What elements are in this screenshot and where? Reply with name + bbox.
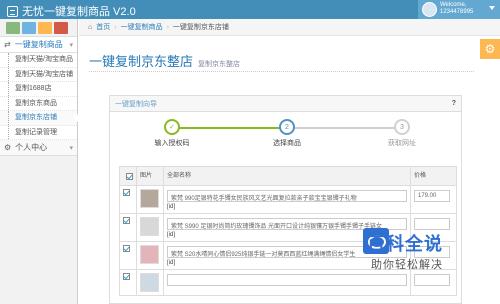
step-number: 2 [279,119,295,135]
sidebar-item-copy-records[interactable]: 复制记录管理 [0,125,77,140]
breadcrumb-home[interactable]: 首页 [96,22,110,32]
wizard-title: 一键复制向导 [115,100,157,108]
sidebar-group-profile[interactable]: ⚙ 个人中心 ▾ [0,140,77,156]
app-brand[interactable]: 无忧一键复制商品 V2.0 [7,3,136,19]
checkbox-cell [119,269,137,296]
sidebar-group-label: 一键复制商品 [14,40,63,49]
watermark-sub-text: 助你轻松解决 [371,259,443,271]
product-thumbnail[interactable] [140,273,159,292]
wizard-step-3: 3 获取网址 [362,119,442,148]
sidebar-item-jd-product[interactable]: 复制京东商品 [0,96,77,111]
app-title: 无忧一键复制商品 V2.0 [22,6,136,18]
name-cell: 紫梵 990足银特花手镯女民族风文艺光面复拉款亲子款宝宝银镯子礼物 [id] [163,185,411,214]
product-thumbnail[interactable] [140,217,159,236]
shortcut-success-button[interactable] [6,22,20,34]
product-thumbnail[interactable] [140,245,159,264]
sidebar-item-1688-shop[interactable]: 复制1688店 [0,82,77,97]
row-checkbox[interactable] [123,273,130,280]
step-number: 3 [394,119,410,135]
user-info: Welcome, 1234478995 [440,2,473,16]
price-cell: 179.00 [410,185,457,214]
column-header-name: 全部名称 [163,166,411,186]
caret-down-icon [489,6,495,10]
breadcrumb-section[interactable]: 一键复制商品 [121,22,163,32]
step-label: 获取网址 [388,140,416,147]
gear-icon: ⚙ [4,143,12,152]
sidebar-group-copy[interactable]: ⇄ 一键复制商品 ▾ [0,37,77,53]
shuffle-icon: ⇄ [4,40,11,49]
avatar [422,2,437,17]
image-cell [136,213,164,242]
image-cell [136,269,164,296]
table-row: 紫梵 990足银特花手镯女民族风文艺光面复拉款亲子款宝宝银镯子礼物 [id] 1… [119,185,457,214]
checkbox-cell [119,213,137,242]
shortcut-info-button[interactable] [22,22,36,34]
help-button[interactable]: ? [452,100,456,107]
table-header-row: 图片 全部名称 价格 [119,166,457,186]
username: 1234478995 [440,9,474,15]
breadcrumb-current: 一键复制京东店铺 [172,24,229,31]
breadcrumb-separator: › [114,23,117,31]
wizard-steps: ✓ 输入授权码 2 选择商品 3 获取网址 [110,112,461,152]
wizard-step-1: ✓ 输入授权码 [132,119,212,148]
row-checkbox[interactable] [123,189,130,196]
page-header: 一键复制京东整店 复制京东整店 [89,46,474,72]
column-header-image: 图片 [136,166,164,186]
price-field[interactable]: 179.00 [414,190,450,202]
wizard-step-2: 2 选择商品 [247,119,327,148]
breadcrumb: ⌂ 首页 › 一键复制商品 › 一键复制京东店铺 [79,19,500,36]
chevron-down-icon: ▾ [69,41,73,49]
product-id: [id] [167,204,176,210]
checkbox-cell [119,241,137,270]
checkbox-cell [119,185,137,214]
welcome-text: Welcome, [440,2,467,8]
sidebar-item-jd-shop[interactable]: 复制京东店铺 [0,111,78,126]
sidebar-item-tmall-product[interactable]: 复制天猫/淘宝商品 [0,53,77,68]
row-checkbox[interactable] [123,245,130,252]
row-checkbox[interactable] [123,217,130,224]
step-label: 输入授权码 [154,140,190,147]
step-label: 选择商品 [273,140,301,147]
user-menu[interactable]: Welcome, 1234478995 [418,0,500,19]
home-icon: ⌂ [88,23,93,31]
watermark-main-text: 百科全说 [367,234,443,254]
step-check-icon: ✓ [164,119,180,135]
image-cell [136,185,164,214]
sidebar-group-label: 个人中心 [15,143,48,152]
page-title: 一键复制京东整店 [89,54,194,69]
page-subtitle: 复制京东整店 [198,61,241,68]
brand-icon [7,5,18,17]
gear-icon: ⚙ [484,42,496,56]
product-thumbnail[interactable] [140,189,159,208]
wizard-header: 一键复制向导 ? [110,96,461,112]
column-header-price: 价格 [410,166,457,186]
image-cell [136,241,164,270]
select-all-cell [119,166,137,186]
shortcut-danger-button[interactable] [54,22,68,34]
select-all-checkbox[interactable] [126,173,133,180]
breadcrumb-separator: › [166,23,169,31]
sidebar-shortcuts [0,19,77,37]
sidebar-item-tmall-shop[interactable]: 复制天猫/淘宝店铺 [0,67,77,82]
product-name-field[interactable]: 紫梵 990足银特花手镯女民族风文艺光面复拉款亲子款宝宝银镯子礼物 [167,190,407,202]
chevron-down-icon: ▾ [69,144,73,152]
watermark: 百科全说 助你轻松解决 [363,226,483,278]
sidebar: ⇄ 一键复制商品 ▾ 复制天猫/淘宝商品 复制天猫/淘宝店铺 复制1688店 复… [0,19,78,304]
top-navbar: 无忧一键复制商品 V2.0 Welcome, 1234478995 [0,0,500,19]
shortcut-warning-button[interactable] [38,22,52,34]
settings-gear-button[interactable]: ⚙ [480,39,500,59]
